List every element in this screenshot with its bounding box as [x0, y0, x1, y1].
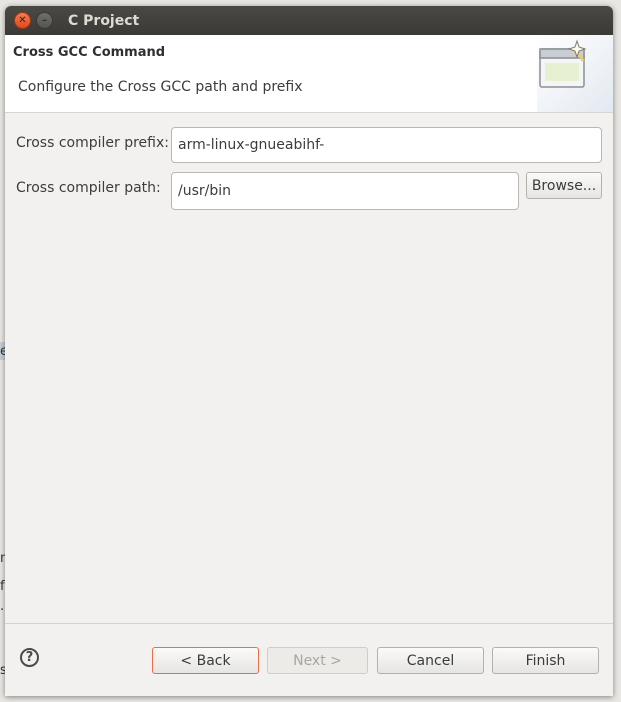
- finish-button[interactable]: Finish: [492, 647, 599, 674]
- cancel-button[interactable]: Cancel: [377, 647, 484, 674]
- help-icon[interactable]: ?: [20, 648, 39, 667]
- back-button[interactable]: < Back: [152, 647, 259, 674]
- prefix-row: Cross compiler prefix:: [5, 127, 613, 163]
- cross-compiler-prefix-input[interactable]: [171, 127, 602, 163]
- close-window-icon[interactable]: ✕: [14, 12, 31, 29]
- c-project-dialog: ✕ – C Project Cross GCC Command Configur…: [5, 6, 613, 696]
- wizard-page-description: Configure the Cross GCC path and prefix: [18, 79, 303, 95]
- title-bar[interactable]: ✕ – C Project: [5, 6, 613, 35]
- wizard-page-title: Cross GCC Command: [13, 45, 166, 60]
- path-row: Cross compiler path: Browse...: [5, 172, 613, 210]
- next-button[interactable]: Next >: [267, 647, 368, 674]
- wizard-header: Cross GCC Command Configure the Cross GC…: [5, 35, 613, 113]
- wizard-banner-icon: [537, 35, 613, 112]
- cross-compiler-path-input[interactable]: [171, 172, 519, 210]
- prefix-label: Cross compiler prefix:: [16, 135, 169, 151]
- browse-button[interactable]: Browse...: [526, 172, 602, 199]
- minimize-window-icon[interactable]: –: [36, 12, 53, 29]
- path-label: Cross compiler path:: [16, 180, 161, 196]
- footer-separator: [5, 623, 613, 624]
- window-title: C Project: [68, 12, 140, 29]
